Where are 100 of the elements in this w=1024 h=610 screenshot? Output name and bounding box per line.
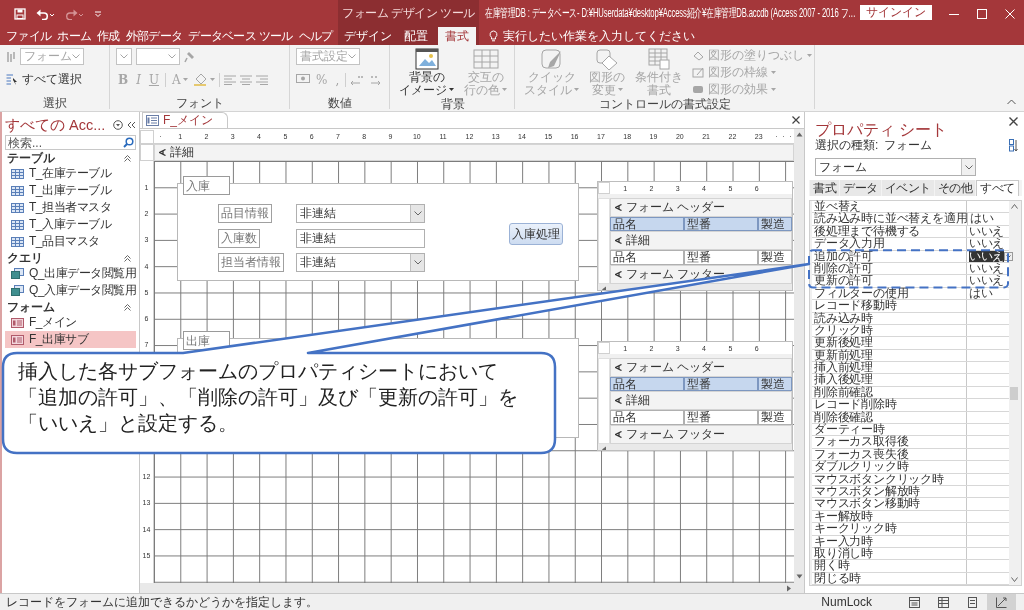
status-indicator: NumLock	[821, 595, 872, 609]
property-row[interactable]: 開く時	[812, 560, 1009, 573]
property-name: 取り消し時	[812, 547, 967, 560]
property-name: ダーティー時	[812, 424, 967, 436]
property-name: マウスボタン解放時	[812, 486, 967, 498]
property-row[interactable]: データ入力用 いいえ	[812, 238, 1009, 251]
property-name: 削除の許可	[812, 262, 967, 275]
nav-item[interactable]: F_出庫サブ	[5, 331, 136, 348]
ribbon-tab[interactable]: デザイン	[341, 27, 394, 45]
group-header: フォーム	[7, 298, 55, 316]
selection-type: フォーム	[884, 137, 933, 154]
column-label: 製造	[758, 377, 792, 391]
property-row[interactable]: レコード移動時	[812, 300, 1009, 313]
property-row[interactable]: 挿入後処理	[812, 374, 1009, 387]
property-value: いいえ	[969, 238, 1005, 250]
property-value: いいえ	[969, 250, 1005, 262]
group-header: クエリ	[7, 249, 43, 267]
tool-group-label: フォーム デザイン ツール	[342, 5, 475, 22]
command-button[interactable]: 入庫処理	[509, 223, 563, 245]
pane-title: すべての Acc...	[5, 115, 106, 135]
group-label: 背景	[440, 97, 465, 111]
panel-title: プロパティ シート	[815, 121, 948, 139]
column-label: 型番	[684, 217, 758, 231]
group-label: コントロールの書式設定	[599, 97, 731, 111]
property-name: 後処理まで待機する	[812, 225, 967, 238]
nav-item[interactable]: T_在庫テーブル	[5, 165, 136, 182]
property-name: 追加の許可	[812, 250, 967, 262]
column-label: 品名	[610, 217, 684, 231]
property-name: 挿入後処理	[812, 374, 967, 386]
group-label: 選択	[43, 96, 67, 110]
combo-box[interactable]: 非連結	[296, 204, 425, 223]
object-dropdown[interactable]: フォーム	[815, 158, 976, 176]
property-value: はい	[970, 213, 994, 225]
column-label: 品名	[610, 377, 684, 391]
property-value: いいえ	[969, 225, 1005, 238]
property-name: レコード移動時	[812, 300, 967, 312]
property-row[interactable]: ダブルクリック時	[812, 461, 1009, 474]
field-box: 品名	[610, 250, 684, 265]
document-tab[interactable]: F_メイン	[142, 112, 228, 128]
ribbon-tab[interactable]: ホーム	[55, 27, 94, 45]
property-row[interactable]: 更新の許可 いいえ	[812, 275, 1009, 288]
property-row[interactable]: キークリック時	[812, 523, 1009, 536]
ribbon-button[interactable]: 背景の イメージ	[396, 48, 457, 96]
nav-item[interactable]: Q_入庫データ閲覧用	[5, 282, 136, 299]
select-all-button[interactable]: すべて選択	[6, 71, 82, 88]
field-label: 担当者情報	[218, 253, 284, 272]
property-tab[interactable]: データ	[840, 180, 881, 196]
nav-item[interactable]: T_品目マスタ	[5, 233, 136, 250]
group-label: フォント	[176, 96, 224, 110]
property-name: 開く時	[812, 560, 967, 572]
text-box[interactable]: 非連結	[296, 229, 425, 248]
ribbon-tab[interactable]: ヘルプ	[296, 27, 335, 45]
property-name: 閉じる時	[812, 572, 967, 585]
nav-item[interactable]: T_入庫テーブル	[5, 216, 136, 233]
callout-text: 挿入した各サブフォームのプロパティシートにおいて 「追加の許可」、「削除の許可」及び「更新の許可」を 「いいえ」と設定する。	[18, 359, 518, 437]
sign-in-button[interactable]: サインイン	[860, 5, 932, 20]
nav-item[interactable]: T_出庫テーブル	[5, 182, 136, 199]
group-label: 数値	[328, 96, 352, 110]
nav-item[interactable]: F_メイン	[5, 314, 136, 331]
search-field[interactable]: 検索...	[5, 135, 136, 150]
property-name: マウスボタン移動時	[812, 498, 967, 510]
field-box: 品名	[610, 410, 684, 425]
property-tab[interactable]: 書式	[810, 180, 839, 196]
property-value: いいえ	[969, 262, 1005, 275]
column-label: 型番	[684, 377, 758, 391]
property-name: キー解放時	[812, 510, 967, 523]
ribbon-tab[interactable]: 作成	[95, 27, 122, 45]
field-box: 製造	[758, 410, 792, 425]
tell-me-field[interactable]: 実行したい作業を入力してください	[502, 27, 695, 45]
section-label: 詳細	[170, 144, 194, 161]
section-label: 詳細	[626, 232, 650, 249]
field-box: 型番	[684, 250, 758, 265]
field-box: 製造	[758, 250, 792, 265]
field-label: 入庫数	[218, 229, 260, 248]
ribbon-tab[interactable]: 書式	[437, 27, 476, 45]
group-header: テーブル	[7, 149, 55, 167]
property-name: ダブルクリック時	[812, 461, 967, 473]
property-name: キー入力時	[812, 535, 967, 547]
property-name: 更新後処理	[812, 337, 967, 349]
property-tab[interactable]: すべて	[976, 180, 1019, 196]
status-message: レコードをフォームに追加できるかどうかを指定します。	[6, 593, 319, 610]
ribbon-tab[interactable]: 外部データ	[123, 27, 185, 45]
property-tab[interactable]: その他	[934, 180, 975, 196]
property-row[interactable]: 更新後処理	[812, 337, 1009, 350]
window-title: 在庫管理DB : データベース- D:¥HUserdata¥desktop¥Access紹介¥在庫管理DB.accdb (Access 2007 - 2016 フ…	[484, 5, 856, 22]
combo-box[interactable]: 非連結	[296, 253, 425, 272]
property-tab[interactable]: イベント	[881, 180, 934, 196]
frame-label: 入庫	[183, 176, 230, 195]
property-row[interactable]: レコード削除時	[812, 399, 1009, 412]
section-label: 詳細	[626, 392, 650, 409]
nav-item[interactable]: Q_出庫データ閲覧用	[5, 265, 136, 282]
ribbon-tab[interactable]: ファイル	[4, 27, 54, 45]
property-name: フィルターの使用	[812, 287, 967, 300]
nav-item[interactable]: T_担当者マスタ	[5, 199, 136, 216]
ribbon-tab[interactable]: 配置	[401, 27, 430, 45]
property-name: 更新の許可	[812, 275, 967, 287]
ribbon-tab[interactable]: データベース ツール	[186, 27, 295, 45]
property-name: フォーカス取得後	[812, 436, 967, 448]
property-name: 削除後確認	[812, 411, 967, 424]
property-name: データ入力用	[812, 238, 967, 250]
